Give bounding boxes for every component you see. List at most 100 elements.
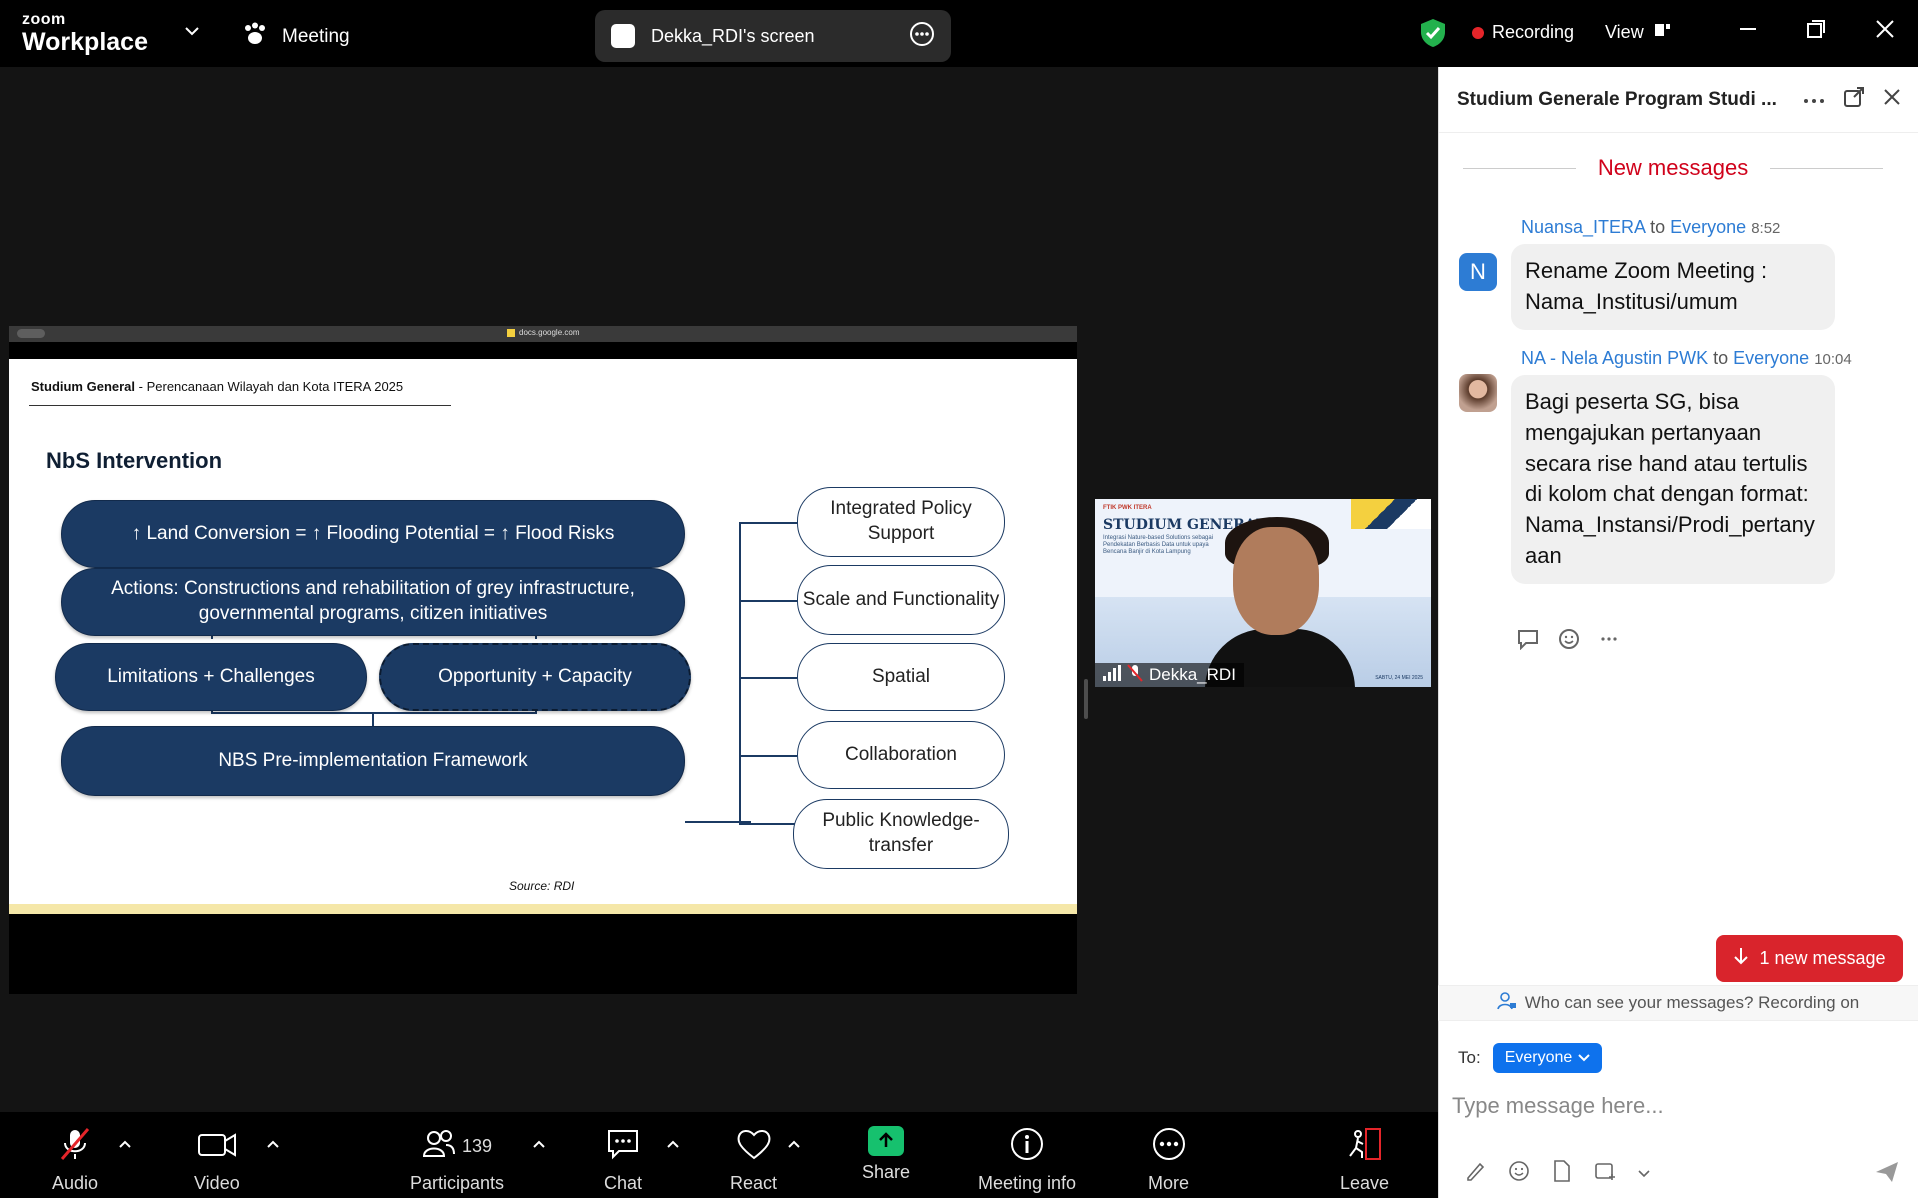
participant-video-tile[interactable]: FTIK PWK ITERA STUDIUM GENERALE Integras… xyxy=(1095,499,1431,687)
right-item-scale: Scale and Functionality xyxy=(797,565,1005,635)
message-actions xyxy=(1516,628,1618,655)
poster-stripe xyxy=(1351,499,1431,529)
slide-header-rest: - Perencanaan Wilayah dan Kota ITERA 202… xyxy=(135,379,404,394)
close-window-icon[interactable] xyxy=(1874,18,1896,45)
recipient-dropdown[interactable]: Everyone xyxy=(1492,1043,1603,1073)
message-meta: NA - Nela Agustin PWK to Everyone 10:04 xyxy=(1521,348,1909,369)
poster-brand: FTIK PWK ITERA xyxy=(1103,505,1152,511)
react-button[interactable]: React xyxy=(730,1126,777,1194)
more-label: More xyxy=(1148,1173,1190,1193)
slide-header-underline xyxy=(29,405,451,406)
chat-button[interactable]: Chat xyxy=(604,1126,642,1194)
new-message-label: 1 new message xyxy=(1759,948,1886,968)
connector-line xyxy=(372,712,374,726)
right-item-policy: Integrated Policy Support xyxy=(797,487,1005,557)
flood-risk-box: ↑ Land Conversion = ↑ Flooding Potential… xyxy=(61,500,685,568)
more-button[interactable]: More xyxy=(1148,1126,1189,1194)
screen-share-indicator[interactable]: Dekka_RDI's screen xyxy=(595,10,951,62)
message-meta: Nuansa_ITERA to Everyone 8:52 xyxy=(1521,217,1909,238)
to-word: to xyxy=(1650,217,1666,237)
chevron-down-icon[interactable] xyxy=(184,24,200,42)
chat-message[interactable]: NA - Nela Agustin PWK to Everyone 10:04 … xyxy=(1459,348,1909,584)
message-bubble: Rename Zoom Meeting : Nama_Institusi/umu… xyxy=(1511,244,1835,330)
view-menu[interactable]: View xyxy=(1605,21,1672,44)
screenshot-icon[interactable] xyxy=(1594,1160,1616,1187)
format-text-icon[interactable] xyxy=(1464,1160,1486,1187)
chat-header: Studium Generale Program Studi ... xyxy=(1439,67,1918,133)
add-reaction-icon[interactable] xyxy=(1558,628,1582,655)
video-button[interactable]: Video xyxy=(194,1126,240,1194)
minimize-icon[interactable] xyxy=(1737,18,1759,45)
message-input[interactable] xyxy=(1452,1088,1892,1124)
recording-indicator[interactable]: Recording xyxy=(1472,22,1574,43)
chat-panel: Studium Generale Program Studi ... New m… xyxy=(1438,67,1918,1198)
close-chat-icon[interactable] xyxy=(1883,88,1901,111)
presentation-slide: Studium General - Perencanaan Wilayah da… xyxy=(9,359,1077,914)
meeting-info-button[interactable]: Meeting info xyxy=(978,1126,1076,1194)
recipient-name[interactable]: Everyone xyxy=(1733,348,1809,368)
meeting-menu[interactable]: Meeting xyxy=(242,22,350,52)
more-actions-icon[interactable] xyxy=(1600,628,1618,655)
connector-line xyxy=(739,823,797,825)
pop-out-icon[interactable] xyxy=(1843,86,1865,113)
heart-icon xyxy=(735,1126,773,1167)
more-icon xyxy=(1151,1126,1187,1167)
restore-icon[interactable] xyxy=(1805,18,1827,45)
connector-line xyxy=(739,522,797,524)
share-button[interactable]: Share xyxy=(862,1126,910,1183)
shared-screen[interactable]: docs.google.com Studium General - Perenc… xyxy=(9,326,1077,994)
chat-title: Studium Generale Program Studi ... xyxy=(1457,88,1777,110)
leave-button[interactable]: Leave xyxy=(1340,1126,1389,1194)
new-message-jump-button[interactable]: 1 new message xyxy=(1716,935,1903,982)
muted-mic-icon xyxy=(57,1126,93,1167)
reply-thread-icon[interactable] xyxy=(1516,628,1540,655)
file-icon[interactable] xyxy=(1552,1160,1572,1187)
video-label: Video xyxy=(194,1173,240,1193)
slide-source: Source: RDI xyxy=(509,879,575,893)
paw-icon xyxy=(242,22,268,52)
new-messages-label: New messages xyxy=(1597,155,1749,180)
screen-share-label: Dekka_RDI's screen xyxy=(651,25,815,46)
recipient-name[interactable]: Everyone xyxy=(1670,217,1746,237)
recording-label: Recording xyxy=(1492,22,1575,42)
to-word: to xyxy=(1713,348,1729,368)
sender-name[interactable]: Nuansa_ITERA xyxy=(1521,217,1645,237)
connector-line xyxy=(739,600,797,602)
split-resize-handle[interactable] xyxy=(1084,679,1088,719)
chat-options-caret[interactable] xyxy=(666,1136,680,1154)
react-options-caret[interactable] xyxy=(787,1136,801,1154)
separator-line xyxy=(1463,167,1576,169)
more-options-icon[interactable] xyxy=(1803,91,1825,109)
security-shield-icon[interactable] xyxy=(1419,18,1447,53)
leave-door-icon xyxy=(1346,1126,1384,1167)
participants-button[interactable]: 139 Participants xyxy=(410,1126,504,1194)
share-label: Share xyxy=(862,1162,911,1182)
chevron-down-icon[interactable] xyxy=(1638,1165,1650,1183)
message-bubble: Bagi peserta SG, bisa mengajukan pertany… xyxy=(1511,375,1835,584)
audio-button[interactable]: Audio xyxy=(52,1126,98,1194)
video-camera-icon xyxy=(197,1126,237,1167)
sender-name[interactable]: NA - Nela Agustin PWK xyxy=(1521,348,1708,368)
avatar: N xyxy=(1459,253,1497,291)
slide-footer-bar xyxy=(9,904,1077,914)
chat-message[interactable]: N Nuansa_ITERA to Everyone 8:52 Rename Z… xyxy=(1459,217,1909,330)
message-time: 8:52 xyxy=(1751,220,1781,237)
actions-box: Actions: Constructions and rehabilitatio… xyxy=(61,568,685,636)
video-options-caret[interactable] xyxy=(266,1136,280,1154)
meeting-stage: docs.google.com Studium General - Perenc… xyxy=(0,67,1438,1112)
emoji-icon[interactable] xyxy=(1508,1160,1530,1187)
send-icon[interactable] xyxy=(1874,1160,1900,1189)
participants-label: Participants xyxy=(410,1173,505,1193)
zoom-logo: zoom Workplace xyxy=(22,12,148,55)
who-can-see-banner[interactable]: Who can see your messages? Recording on xyxy=(1438,985,1918,1021)
participants-icon xyxy=(422,1126,456,1167)
more-options-icon[interactable] xyxy=(909,21,935,52)
separator-line xyxy=(1770,167,1884,169)
framework-box: NBS Pre-implementation Framework xyxy=(61,726,685,796)
poster-subtitle: Integrasi Nature-based Solutions sebagai… xyxy=(1103,535,1214,556)
audio-label: Audio xyxy=(52,1173,99,1193)
audio-options-caret[interactable] xyxy=(118,1136,132,1154)
participants-options-caret[interactable] xyxy=(532,1136,546,1154)
connector-line xyxy=(211,712,537,714)
chat-bubble-icon xyxy=(605,1126,641,1167)
